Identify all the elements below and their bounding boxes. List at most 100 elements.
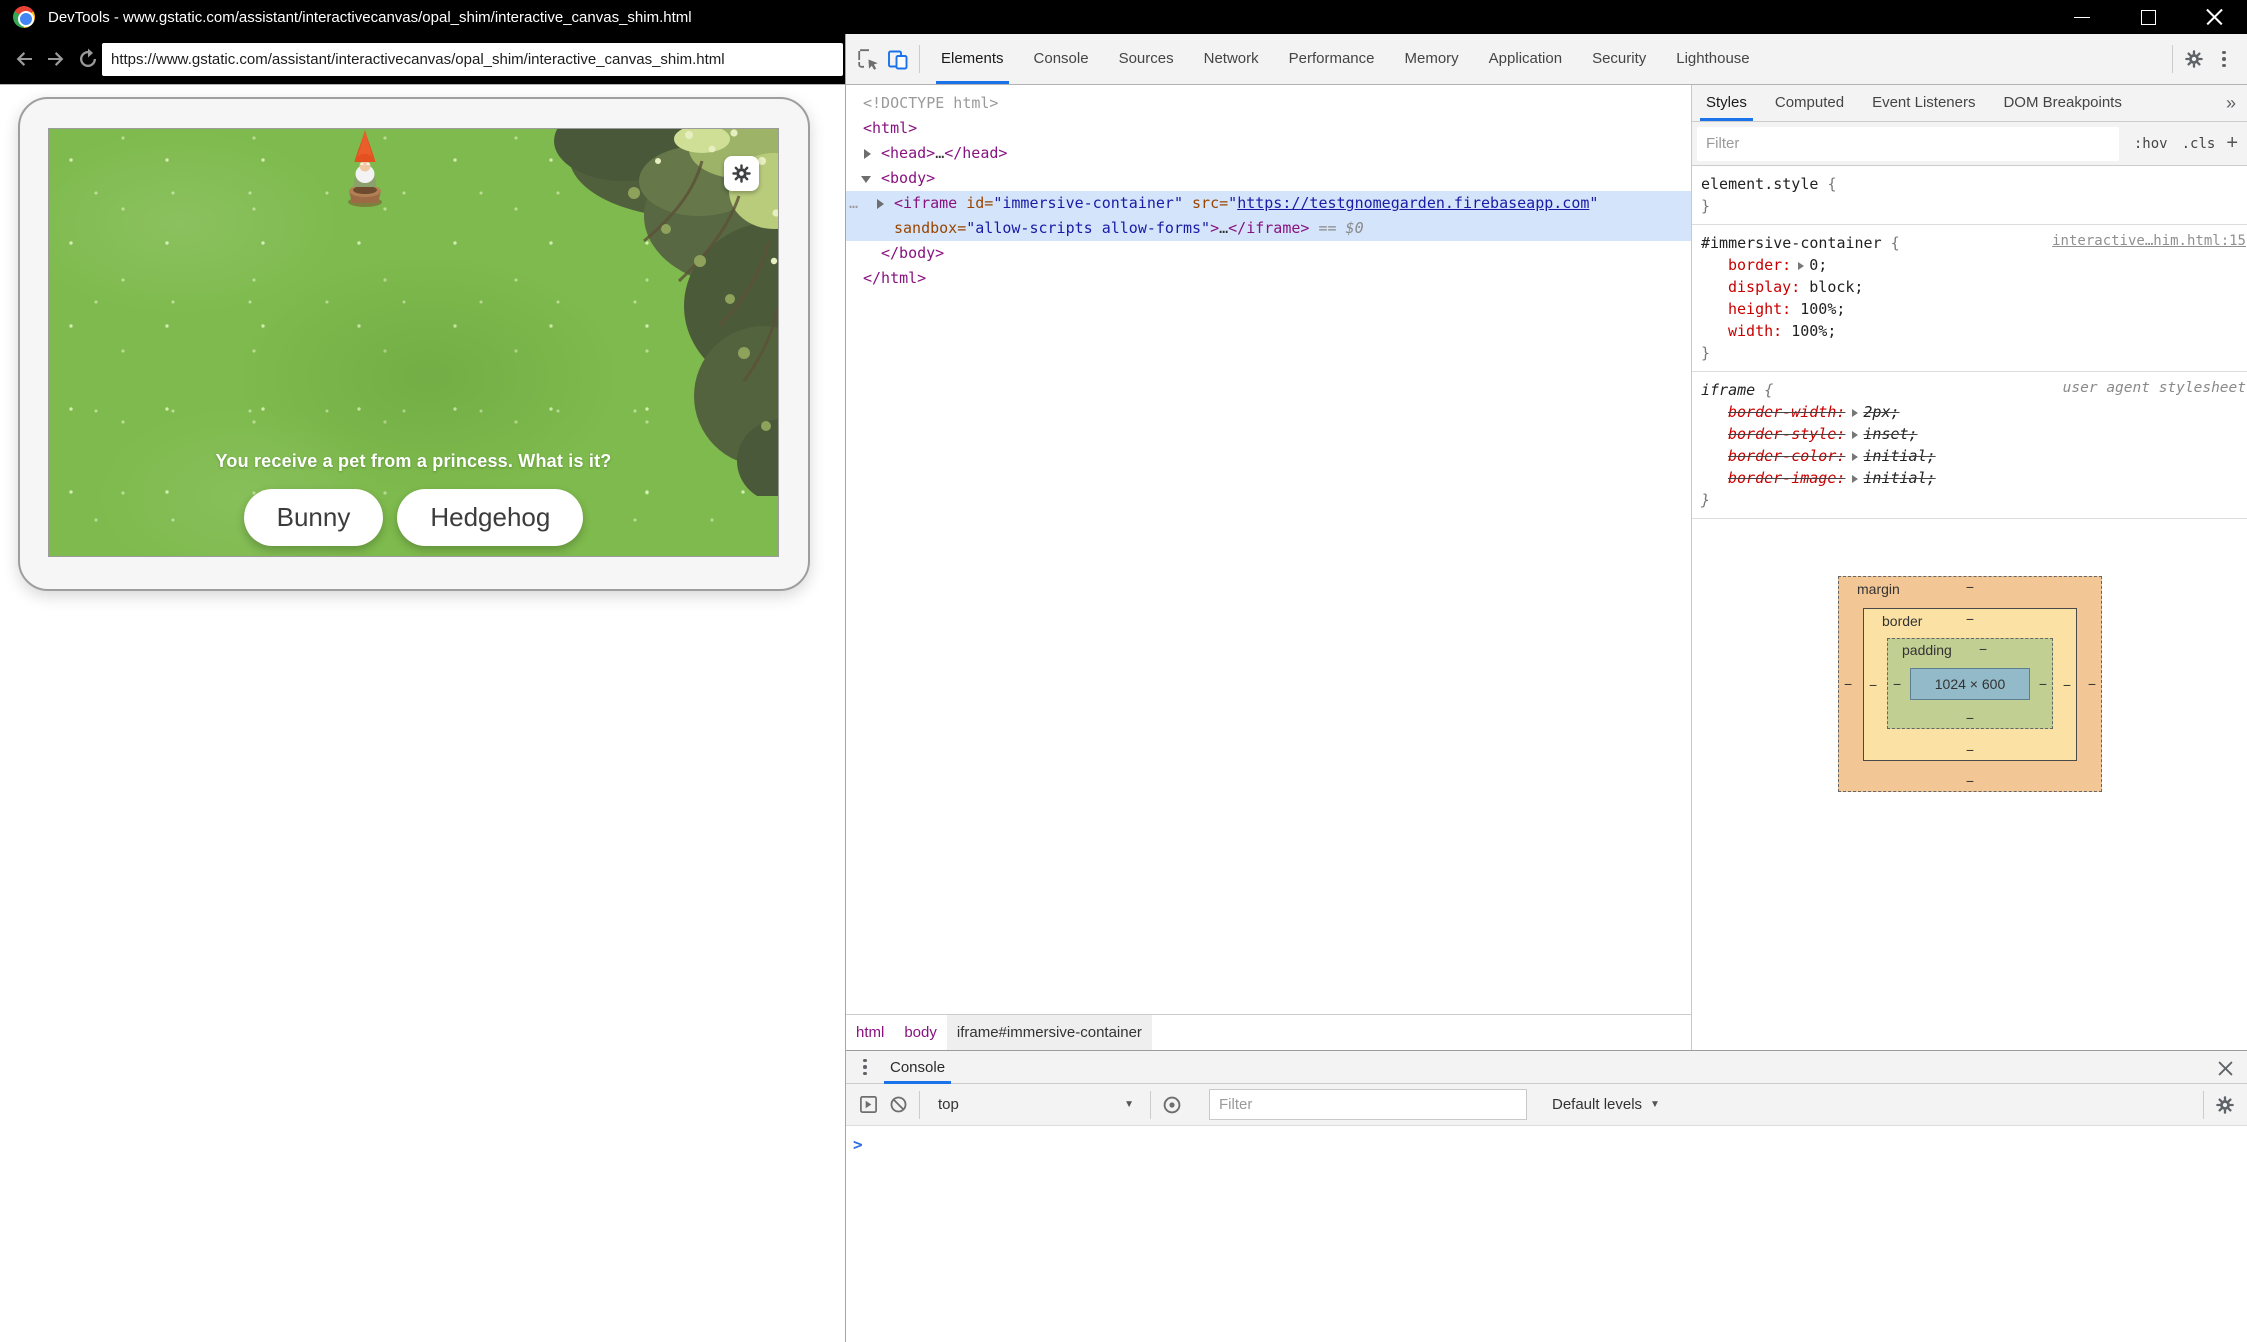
maximize-icon [2141, 10, 2156, 25]
breadcrumb: html body iframe#immersive-container [846, 1014, 1691, 1050]
css-declaration-overridden[interactable]: border-image:initial; [1701, 467, 2247, 489]
styles-filter-input[interactable] [1697, 127, 2119, 161]
device-frame: You receive a pet from a princess. What … [18, 97, 810, 591]
minimize-button[interactable] [2049, 0, 2115, 34]
devtools-settings-button[interactable] [2179, 44, 2209, 74]
css-rule-element-style[interactable]: element.style { } [1692, 166, 2247, 225]
css-rule-user-agent-iframe[interactable]: user agent stylesheet iframe { border-wi… [1692, 372, 2247, 519]
inspect-element-button[interactable] [853, 44, 883, 74]
toggle-class-button[interactable]: .cls [2175, 136, 2223, 152]
css-rule-immersive-container[interactable]: interactive…him.html:15 #immersive-conta… [1692, 225, 2247, 372]
toggle-hover-state-button[interactable]: :hov [2127, 136, 2175, 152]
tab-application[interactable]: Application [1474, 34, 1577, 84]
stylesheet-source-link[interactable]: interactive…him.html:15 [2052, 233, 2246, 249]
expand-shorthand-icon[interactable] [1852, 431, 1858, 439]
devtools-tab-bar: Elements Console Sources Network Perform… [846, 34, 2247, 85]
close-button[interactable] [2181, 0, 2247, 34]
tab-styles[interactable]: Styles [1692, 85, 1761, 121]
inspect-cursor-icon [856, 47, 880, 71]
box-model-content[interactable]: 1024 × 600 [1910, 668, 2030, 700]
tab-computed[interactable]: Computed [1761, 85, 1858, 121]
tab-security[interactable]: Security [1577, 34, 1661, 84]
back-button[interactable] [12, 47, 36, 71]
node-options-dots[interactable]: … [849, 191, 859, 216]
close-icon [2218, 1061, 2233, 1076]
box-model-padding[interactable]: padding − − − − 1024 × 600 [1887, 638, 2053, 729]
show-console-sidebar-icon [859, 1095, 878, 1114]
dom-node-doctype[interactable]: <!DOCTYPE html> [846, 91, 1691, 116]
css-declaration-overridden[interactable]: border-width:2px; [1701, 401, 2247, 423]
tab-dom-breakpoints[interactable]: DOM Breakpoints [1989, 85, 2135, 121]
create-live-expression-button[interactable] [1157, 1090, 1187, 1120]
tab-performance[interactable]: Performance [1274, 34, 1390, 84]
log-levels-select[interactable]: Default levels ▼ [1544, 1096, 1668, 1113]
toolbar-separator [919, 1091, 920, 1119]
more-tabs-button[interactable]: » [2226, 93, 2247, 114]
chevron-down-icon: ▼ [1650, 1099, 1660, 1110]
forward-button[interactable] [44, 47, 68, 71]
expand-arrow-icon[interactable] [864, 149, 871, 159]
dom-tree[interactable]: <!DOCTYPE html> <html> <head>…</head> <b… [846, 85, 1691, 1014]
choice-button-hedgehog[interactable]: Hedgehog [397, 489, 583, 546]
close-drawer-button[interactable] [2212, 1055, 2238, 1081]
clear-icon [889, 1095, 908, 1114]
breadcrumb-iframe[interactable]: iframe#immersive-container [947, 1015, 1152, 1050]
console-prompt-row[interactable]: > [846, 1126, 2247, 1154]
chevron-down-icon: ▼ [1124, 1099, 1134, 1110]
expand-shorthand-icon[interactable] [1852, 453, 1858, 461]
window-title-bar: DevTools - www.gstatic.com/assistant/int… [0, 0, 2247, 34]
dom-node-iframe-selected[interactable]: … <iframe id="immersive-container" src="… [846, 191, 1691, 216]
page-viewport: You receive a pet from a princess. What … [0, 85, 845, 1342]
dom-node-head[interactable]: <head>…</head> [846, 141, 1691, 166]
css-declaration-overridden[interactable]: border-style:inset; [1701, 423, 2247, 445]
maximize-button[interactable] [2115, 0, 2181, 34]
tab-memory[interactable]: Memory [1390, 34, 1474, 84]
css-declaration[interactable]: height: 100%; [1701, 298, 2247, 320]
box-model-margin[interactable]: margin − − − − border − − − − padding − [1838, 576, 2102, 792]
tab-network[interactable]: Network [1189, 34, 1274, 84]
gear-icon [2215, 1095, 2235, 1115]
css-declaration[interactable]: display: block; [1701, 276, 2247, 298]
expand-shorthand-icon[interactable] [1852, 409, 1858, 417]
devtools-menu-button[interactable] [2209, 44, 2239, 74]
iframe-src-link[interactable]: https://testgnomegarden.firebaseapp.com [1237, 194, 1589, 212]
tab-sources[interactable]: Sources [1104, 34, 1189, 84]
new-style-rule-button[interactable]: + [2222, 132, 2247, 155]
collapse-arrow-icon[interactable] [861, 176, 871, 183]
css-declaration[interactable]: width: 100%; [1701, 320, 2247, 342]
css-declaration[interactable]: border:0; [1701, 254, 2247, 276]
dom-node-body-open[interactable]: <body> [846, 166, 1691, 191]
console-settings-button[interactable] [2210, 1090, 2240, 1120]
tab-lighthouse[interactable]: Lighthouse [1661, 34, 1764, 84]
toolbar-separator [2203, 1091, 2204, 1119]
box-model-border[interactable]: border − − − − padding − − − − 1024 × [1863, 608, 2077, 761]
selected-node-hint: == $0 [1318, 219, 1363, 237]
dom-node-body-close[interactable]: </body> [846, 241, 1691, 266]
url-bar[interactable]: https://www.gstatic.com/assistant/intera… [102, 43, 843, 76]
dom-node-html-close[interactable]: </html> [846, 266, 1691, 291]
expand-arrow-icon[interactable] [877, 199, 884, 209]
console-filter-input[interactable] [1209, 1089, 1527, 1120]
choice-button-bunny[interactable]: Bunny [244, 489, 384, 546]
console-drawer-tab[interactable]: Console [880, 1051, 955, 1084]
expand-shorthand-icon[interactable] [1852, 475, 1858, 483]
tab-console[interactable]: Console [1019, 34, 1104, 84]
breadcrumb-body[interactable]: body [894, 1015, 947, 1050]
device-toolbar-toggle[interactable] [883, 44, 913, 74]
breadcrumb-html[interactable]: html [846, 1015, 894, 1050]
reload-button[interactable] [76, 47, 100, 71]
css-declaration-overridden[interactable]: border-color:initial; [1701, 445, 2247, 467]
dom-node-html-open[interactable]: <html> [846, 116, 1691, 141]
dom-node-iframe-wrap[interactable]: sandbox="allow-scripts allow-forms">…</i… [846, 216, 1691, 241]
game-settings-button[interactable] [724, 156, 759, 191]
tab-elements[interactable]: Elements [926, 34, 1019, 84]
execution-context-select[interactable]: top ▼ [926, 1096, 1144, 1113]
drawer-menu-button[interactable] [850, 1052, 880, 1082]
expand-shorthand-icon[interactable] [1798, 262, 1804, 270]
clear-console-button[interactable] [883, 1090, 913, 1120]
console-sidebar-toggle[interactable] [853, 1090, 883, 1120]
tab-event-listeners[interactable]: Event Listeners [1858, 85, 1989, 121]
console-drawer: Console top [846, 1050, 2247, 1342]
elements-pane: <!DOCTYPE html> <html> <head>…</head> <b… [846, 85, 1691, 1050]
toolbar-separator [919, 45, 920, 73]
